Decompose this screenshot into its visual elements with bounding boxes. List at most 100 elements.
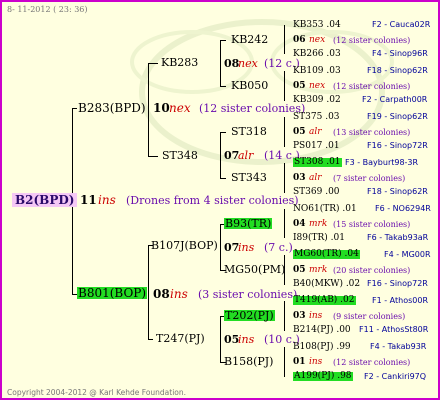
t247-mark: ins — [238, 333, 255, 346]
gen-number: 05 — [293, 81, 306, 91]
date-stamp: 8- 11-2012 ( 23: 36) — [7, 5, 88, 14]
root-queen[interactable]: B2(BPD) — [12, 193, 78, 207]
queen-b801[interactable]: B801(BOP) — [77, 287, 148, 299]
connector-line — [220, 224, 221, 270]
bee-watermark — [130, 19, 394, 165]
connector-line — [148, 339, 153, 340]
ancestor-origin: F18 - Sinop62R — [367, 66, 428, 75]
connector-line — [220, 316, 221, 362]
connector-line — [148, 245, 149, 339]
ancestor-origin: F6 - NO6294R — [375, 204, 431, 213]
b283-note: (12 sister colonies) — [199, 102, 306, 115]
gen-mark: nex — [309, 35, 326, 45]
connector-line — [284, 117, 285, 147]
ancestor-id[interactable]: ST308 .01 — [293, 158, 342, 167]
root-generation: 11 — [80, 193, 97, 207]
gen-mark: mrk — [309, 219, 328, 229]
ancestor-id[interactable]: MG60(TR) .04 — [293, 250, 360, 259]
queen-st318[interactable]: ST318 — [231, 126, 267, 137]
queen-kb050[interactable]: KB050 — [231, 80, 268, 91]
pedigree-chart: 8- 11-2012 ( 23: 36) B2(BPD) 11 ins (Dro… — [0, 0, 440, 400]
b801-note: (3 sister colonies) — [198, 288, 298, 301]
b107j-note: (7 c.) — [264, 241, 293, 254]
gen-number: 03 — [293, 311, 306, 321]
gen-note: (12 sister colonies) — [333, 358, 411, 367]
gen-number: 06 — [293, 35, 306, 45]
connector-line — [148, 156, 158, 157]
root-mark: ins — [98, 193, 116, 207]
gen-number: 03 — [293, 173, 306, 183]
b283-generation: 10 — [153, 101, 170, 115]
queen-mg50[interactable]: MG50(PM) — [224, 264, 285, 275]
ancestor-id[interactable]: KB309 .02 — [293, 96, 341, 105]
ancestor-id[interactable]: T419(AB) .02 — [293, 296, 356, 305]
root-note: (Drones from 4 sister colonies) — [126, 194, 299, 207]
ancestor-id[interactable]: NO61(TR) .01 — [293, 205, 357, 214]
ancestor-id[interactable]: B108(PJ) .99 — [293, 343, 351, 352]
gen-mark: alr — [309, 127, 322, 137]
gen-note: (13 sister colonies) — [333, 128, 411, 137]
queen-b158[interactable]: B158(PJ) — [224, 356, 273, 367]
ancestor-id[interactable]: B40(MKW) .02 — [293, 280, 360, 289]
ancestor-id[interactable]: PS017 .01 — [293, 142, 340, 151]
ancestor-id[interactable]: A199(PJ) .98 — [293, 372, 353, 381]
connector-line — [220, 132, 221, 178]
st348-mark: alr — [238, 149, 254, 162]
ancestor-origin: F3 - Bayburt98-3R — [345, 158, 419, 167]
gen-mark: nex — [309, 81, 326, 91]
b107j-mark: ins — [238, 241, 255, 254]
connector-line — [148, 63, 149, 156]
ancestor-origin: F4 - Sinop96R — [372, 49, 428, 58]
ancestor-id[interactable]: I89(TR) .01 — [293, 234, 345, 243]
gen-note: (15 sister colonies) — [333, 220, 411, 229]
queen-st348[interactable]: ST348 — [162, 150, 198, 161]
ancestor-origin: F11 - AthosSt80R — [359, 325, 429, 334]
queen-kb283[interactable]: KB283 — [161, 57, 198, 68]
gen-note: (12 sister colonies) — [333, 82, 411, 91]
copyright-text: Copyright 2004-2012 @ Karl Kehde Foundat… — [7, 388, 187, 397]
b801-mark: ins — [170, 287, 188, 301]
gen-mark: alr — [309, 173, 322, 183]
ancestor-origin: F1 - Athos00R — [372, 296, 429, 305]
ancestor-origin: F19 - Sinop62R — [367, 112, 428, 121]
ancestor-id[interactable]: KB109 .03 — [293, 67, 341, 76]
ancestor-origin: F16 - Sinop72R — [367, 141, 428, 150]
connector-line — [220, 40, 226, 41]
queen-t202[interactable]: T202(PJ) — [224, 310, 275, 321]
connector-line — [284, 301, 285, 331]
ancestor-origin: F18 - Sinop62R — [367, 187, 428, 196]
ancestor-origin: F4 - MG00R — [384, 250, 431, 259]
gen-mark: mrk — [309, 265, 328, 275]
queen-b93[interactable]: B93(TR) — [224, 218, 273, 229]
gen-note: (12 sister colonies) — [333, 36, 411, 45]
kb283-mark: nex — [238, 57, 258, 70]
connector-line — [284, 25, 285, 54]
connector-line — [220, 40, 221, 86]
gen-number: 05 — [293, 127, 306, 137]
ancestor-id[interactable]: KB353 .04 — [293, 21, 341, 30]
gen-number: 04 — [293, 219, 306, 229]
connector-line — [284, 163, 285, 193]
gen-note: (9 sister colonies) — [333, 312, 406, 321]
b801-generation: 08 — [153, 287, 170, 301]
gen-mark: ins — [309, 357, 323, 367]
queen-st343[interactable]: ST343 — [231, 172, 267, 183]
queen-kb242[interactable]: KB242 — [231, 34, 268, 45]
ancestor-id[interactable]: B214(PJ) .00 — [293, 326, 351, 335]
ancestor-origin: F2 - Cauca02R — [372, 20, 431, 29]
connector-line — [284, 71, 285, 101]
ancestor-id[interactable]: ST375 .03 — [293, 113, 340, 122]
gen-note: (20 sister colonies) — [333, 266, 411, 275]
queen-t247[interactable]: T247(PJ) — [156, 333, 205, 344]
gen-mark: ins — [309, 311, 323, 321]
ancestor-id[interactable]: ST369 .00 — [293, 188, 340, 197]
connector-line — [72, 108, 77, 109]
connector-line — [148, 63, 158, 64]
connector-line — [220, 178, 226, 179]
queen-b107j[interactable]: B107J(BOP) — [151, 240, 218, 251]
ancestor-id[interactable]: KB266 .03 — [293, 50, 341, 59]
gen-number: 01 — [293, 357, 306, 367]
ancestor-origin: F2 - Carpath00R — [362, 95, 428, 104]
ancestor-origin: F6 - Takab93aR — [367, 233, 429, 242]
queen-b283[interactable]: B283(BPD) — [78, 102, 146, 114]
